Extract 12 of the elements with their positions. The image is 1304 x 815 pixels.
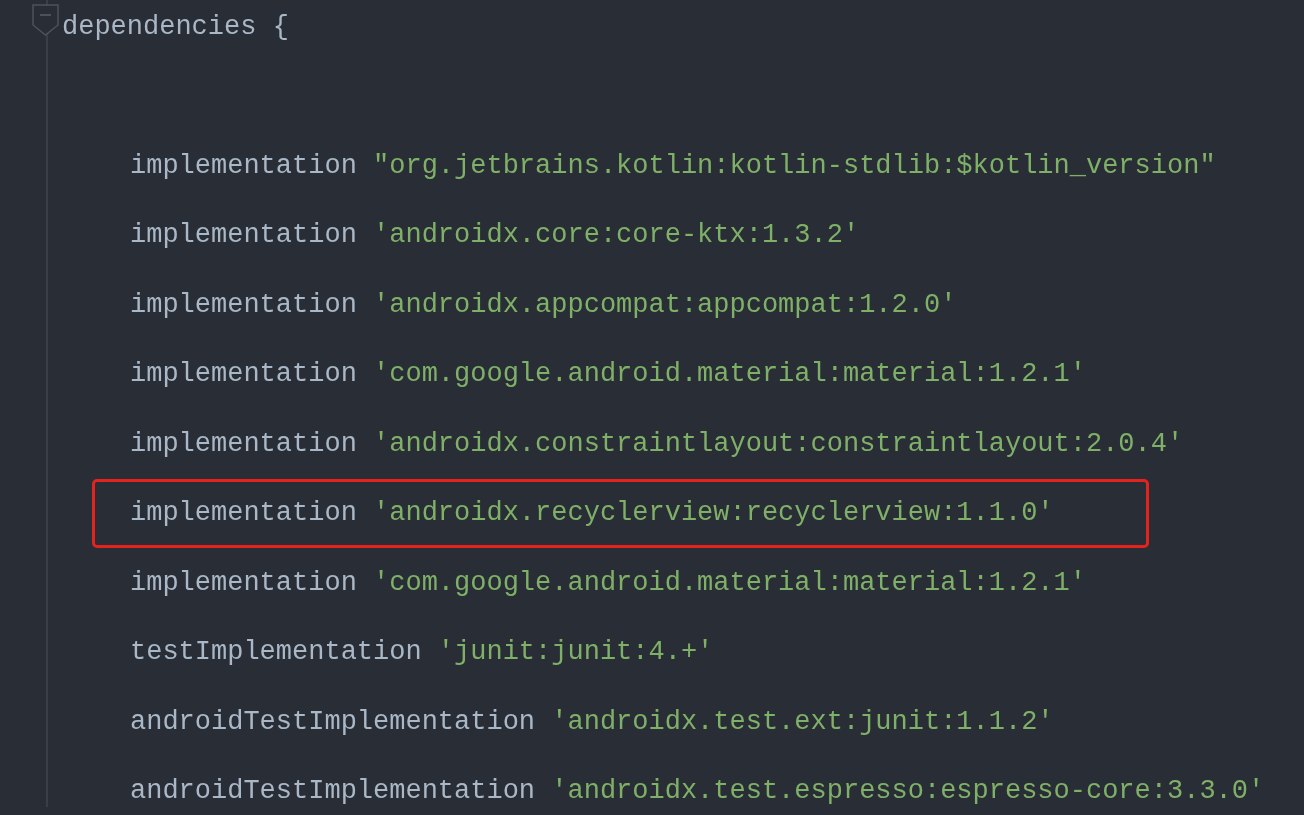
code-line: implementation 'androidx.recyclerview:recyclerview:1.1.0' — [130, 497, 1054, 530]
fold-icon[interactable] — [32, 4, 60, 36]
code-line: implementation 'androidx.core:core-ktx:1.3.2' — [130, 219, 860, 252]
code-line: implementation 'com.google.android.material:material:1.2.1' — [130, 566, 1086, 600]
code-line: implementation 'androidx.appcompat:appcompat:1.2.0' — [130, 288, 957, 322]
code-line: androidTestImplementation 'androidx.test.ext:junit:1.1.2' — [130, 705, 1054, 739]
code-line: androidTestImplementation 'androidx.test.espresso:espresso-core:3.3.0' — [130, 775, 1265, 808]
code-line: implementation "org.jetbrains.kotlin:kotlin-stdlib:$kotlin_version" — [130, 149, 1216, 183]
code-line: testImplementation 'junit:junit:4.+' — [130, 636, 714, 669]
code-line: implementation 'androidx.constraintlayout:constraintlayout:2.0.4' — [130, 427, 1184, 461]
code-line: implementation 'com.google.android.material:material:1.2.1' — [130, 358, 1086, 391]
code-line: dependencies { — [62, 10, 289, 44]
